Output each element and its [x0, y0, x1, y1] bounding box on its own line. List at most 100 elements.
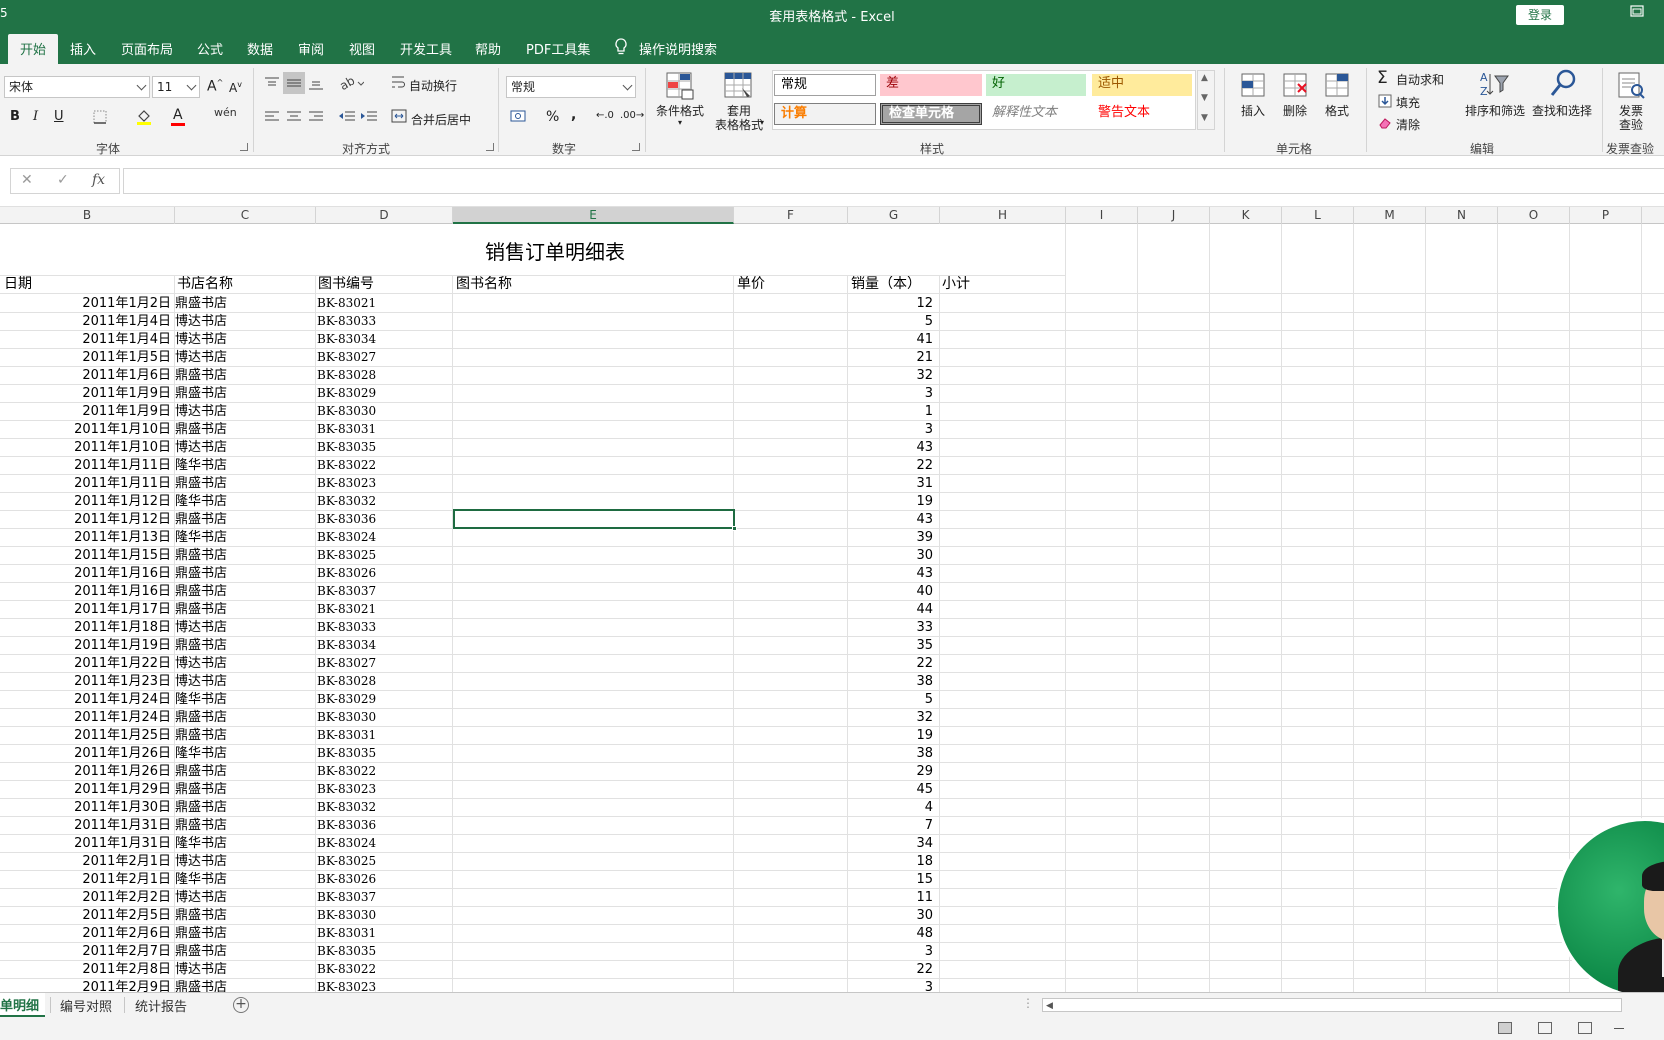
cell-date[interactable]: 2011年2月7日 — [0, 943, 173, 960]
insert-button[interactable]: 插入 — [1236, 104, 1270, 118]
column-header-l[interactable]: L — [1282, 207, 1354, 224]
fill-color-icon[interactable] — [136, 108, 152, 126]
cell-book-code[interactable]: BK-83029 — [317, 691, 453, 708]
font-size-select[interactable]: 11 — [152, 76, 200, 98]
cell-quantity[interactable]: 3 — [849, 421, 937, 438]
cell-quantity[interactable]: 33 — [849, 619, 937, 636]
decrease-indent-icon[interactable] — [338, 110, 356, 124]
invoice-check-icon[interactable] — [1616, 70, 1646, 100]
cell-store[interactable]: 博达书店 — [175, 349, 315, 366]
align-right-icon[interactable] — [308, 110, 324, 124]
cell-date[interactable]: 2011年1月10日 — [0, 439, 173, 456]
cell-store[interactable]: 博达书店 — [175, 655, 315, 672]
cell-quantity[interactable]: 7 — [849, 817, 937, 834]
cell-book-code[interactable]: BK-83022 — [317, 763, 453, 780]
cell-date[interactable]: 2011年1月26日 — [0, 763, 173, 780]
page-break-view-icon[interactable] — [1578, 1022, 1592, 1034]
header-subtotal[interactable]: 小计 — [942, 276, 1064, 293]
delete-cells-icon[interactable] — [1280, 70, 1310, 100]
cell-store[interactable]: 博达书店 — [175, 331, 315, 348]
cell-date[interactable]: 2011年1月4日 — [0, 331, 173, 348]
style-bad[interactable]: 差 — [880, 74, 982, 96]
cell-date[interactable]: 2011年1月11日 — [0, 475, 173, 492]
insert-function-button[interactable]: fx — [92, 172, 105, 188]
phonetic-icon[interactable]: wén — [214, 106, 237, 119]
autosum-button[interactable]: 自动求和 — [1396, 71, 1444, 88]
format-as-table-icon[interactable] — [722, 70, 754, 102]
cell-date[interactable]: 2011年1月12日 — [0, 493, 173, 510]
cell-book-code[interactable]: BK-83036 — [317, 817, 453, 834]
cell-quantity[interactable]: 31 — [849, 475, 937, 492]
cell-book-code[interactable]: BK-83025 — [317, 853, 453, 870]
style-explanatory[interactable]: 解释性文本 — [986, 103, 1086, 125]
cell-quantity[interactable]: 32 — [849, 709, 937, 726]
cell-quantity[interactable]: 43 — [849, 439, 937, 456]
restore-window-icon[interactable] — [1630, 5, 1644, 21]
cell-store[interactable]: 鼎盛书店 — [175, 295, 315, 312]
cell-book-code[interactable]: BK-83025 — [317, 547, 453, 564]
bold-button[interactable]: B — [10, 109, 20, 124]
tab-pdf-tools[interactable]: PDF工具集 — [526, 39, 590, 58]
sheet-title[interactable]: 销售订单明细表 — [380, 236, 730, 265]
comma-button[interactable]: , — [571, 107, 576, 123]
cell-quantity[interactable]: 30 — [849, 907, 937, 924]
cell-date[interactable]: 2011年1月6日 — [0, 367, 173, 384]
cell-quantity[interactable]: 44 — [849, 601, 937, 618]
cell-quantity[interactable]: 43 — [849, 511, 937, 528]
style-calculation[interactable]: 计算 — [774, 103, 876, 125]
worksheet-grid[interactable]: 销售订单明细表 日期 书店名称 图书编号 图书名称 单价 销量（本） 小计 20… — [0, 224, 1664, 992]
header-book-name[interactable]: 图书名称 — [456, 276, 732, 293]
cell-book-code[interactable]: BK-83033 — [317, 619, 453, 636]
clear-button[interactable]: 清除 — [1396, 116, 1420, 133]
tab-insert[interactable]: 插入 — [70, 39, 96, 58]
increase-indent-icon[interactable] — [360, 110, 378, 124]
percent-button[interactable]: % — [546, 109, 559, 125]
cell-store[interactable]: 博达书店 — [175, 619, 315, 636]
cell-book-code[interactable]: BK-83024 — [317, 529, 453, 546]
cell-quantity[interactable]: 19 — [849, 727, 937, 744]
column-header-g[interactable]: G — [848, 207, 940, 224]
cell-date[interactable]: 2011年1月25日 — [0, 727, 173, 744]
font-color-button[interactable]: A — [171, 107, 185, 126]
cell-store[interactable]: 鼎盛书店 — [175, 907, 315, 924]
horizontal-scrollbar[interactable]: ◀ — [1042, 998, 1622, 1012]
cell-book-code[interactable]: BK-83037 — [317, 583, 453, 600]
column-header-k[interactable]: K — [1210, 207, 1282, 224]
column-header-n[interactable]: N — [1426, 207, 1498, 224]
cell-date[interactable]: 2011年1月17日 — [0, 601, 173, 618]
cell-book-code[interactable]: BK-83026 — [317, 565, 453, 582]
gallery-more-icon[interactable]: ▼ — [1201, 113, 1208, 123]
tab-home[interactable]: 开始 — [8, 34, 59, 64]
sort-filter-icon[interactable]: AZ — [1478, 68, 1510, 100]
cell-quantity[interactable]: 38 — [849, 673, 937, 690]
cell-quantity[interactable]: 22 — [849, 655, 937, 672]
cell-store[interactable]: 鼎盛书店 — [175, 817, 315, 834]
cell-quantity[interactable]: 3 — [849, 385, 937, 402]
cell-book-code[interactable]: BK-83032 — [317, 493, 453, 510]
cell-store[interactable]: 博达书店 — [175, 673, 315, 690]
cell-date[interactable]: 2011年1月18日 — [0, 619, 173, 636]
cell-quantity[interactable]: 34 — [849, 835, 937, 852]
font-name-select[interactable]: 宋体 — [4, 76, 150, 98]
add-sheet-icon[interactable]: + — [233, 997, 249, 1013]
invoice-check-label-2[interactable]: 查验 — [1614, 118, 1648, 132]
cell-quantity[interactable]: 48 — [849, 925, 937, 942]
header-book-code[interactable]: 图书编号 — [318, 276, 452, 293]
cell-book-code[interactable]: BK-83035 — [317, 745, 453, 762]
tab-page-layout[interactable]: 页面布局 — [121, 39, 173, 58]
italic-button[interactable]: I — [33, 109, 38, 124]
cell-date[interactable]: 2011年1月26日 — [0, 745, 173, 762]
cell-store[interactable]: 鼎盛书店 — [175, 367, 315, 384]
cell-book-code[interactable]: BK-83034 — [317, 637, 453, 654]
scroll-down-icon[interactable]: ▼ — [1201, 93, 1208, 103]
cell-store[interactable]: 鼎盛书店 — [175, 475, 315, 492]
cell-book-code[interactable]: BK-83035 — [317, 943, 453, 960]
align-center-icon[interactable] — [286, 110, 302, 124]
cell-date[interactable]: 2011年1月11日 — [0, 457, 173, 474]
cell-date[interactable]: 2011年1月4日 — [0, 313, 173, 330]
cell-book-code[interactable]: BK-83030 — [317, 709, 453, 726]
cell-store[interactable]: 鼎盛书店 — [175, 565, 315, 582]
cell-store[interactable]: 鼎盛书店 — [175, 421, 315, 438]
cell-date[interactable]: 2011年1月9日 — [0, 385, 173, 402]
increase-decimal-icon[interactable]: ←.0 — [596, 110, 614, 121]
